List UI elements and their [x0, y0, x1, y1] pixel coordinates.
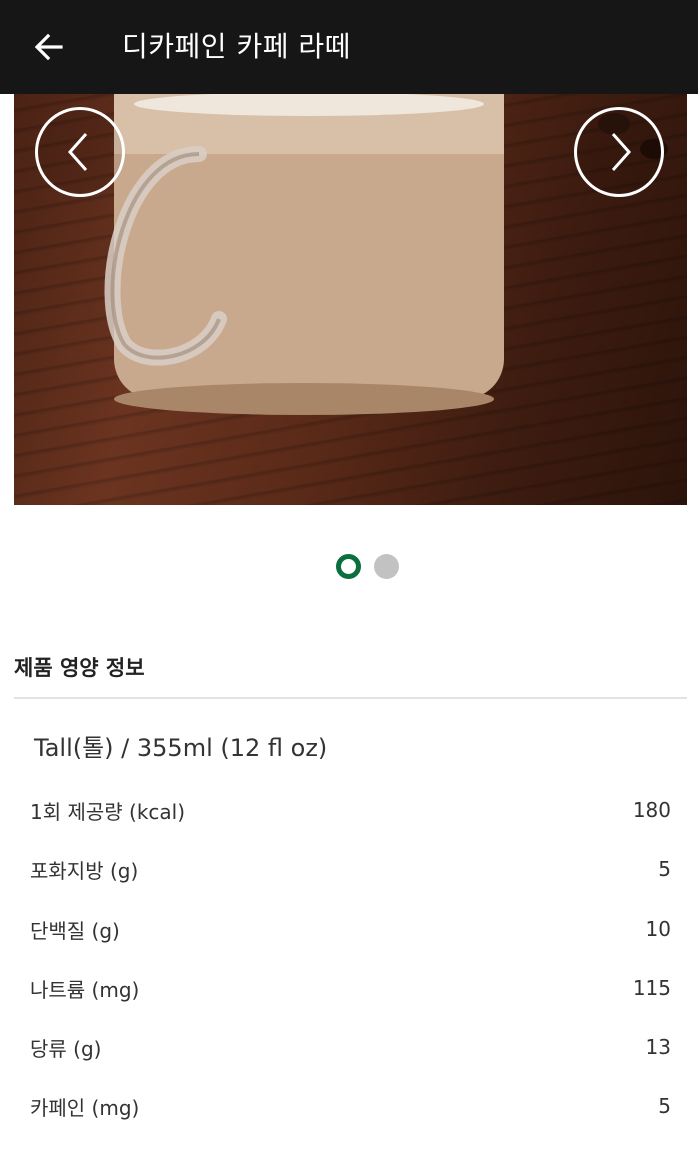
nutrition-row: 카페인 (mg) 5 [30, 1086, 671, 1126]
product-image-carousel[interactable] [14, 94, 687, 505]
nutrition-label: 단백질 (g) [30, 918, 120, 943]
nutrition-row: 1회 제공량 (kcal) 180 [30, 790, 671, 830]
nutrition-section-title: 제품 영양 정보 [14, 656, 145, 680]
carousel-next-button[interactable] [574, 107, 664, 197]
nutrition-value: 5 [658, 857, 671, 881]
nutrition-label: 나트륨 (mg) [30, 977, 140, 1002]
back-arrow-icon [34, 33, 63, 61]
nutrition-row: 단백질 (g) 10 [30, 909, 671, 949]
nutrition-row: 포화지방 (g) 5 [30, 849, 671, 889]
section-divider [14, 697, 687, 699]
carousel-dot-2[interactable] [374, 554, 399, 579]
nutrition-label: 1회 제공량 (kcal) [30, 799, 186, 824]
back-button[interactable] [26, 24, 72, 70]
chevron-right-icon [611, 133, 632, 171]
carousel-prev-button[interactable] [35, 107, 125, 197]
nutrition-label: 카페인 (mg) [30, 1095, 140, 1120]
serving-size-label: Tall(톨) / 355ml (12 fl oz) [34, 734, 328, 762]
app-bar: 디카페인 카페 라떼 [0, 0, 698, 94]
carousel-indicator [336, 554, 399, 579]
page-title: 디카페인 카페 라떼 [122, 30, 351, 63]
nutrition-label: 포화지방 (g) [30, 858, 139, 883]
nutrition-value: 13 [645, 1035, 671, 1059]
chevron-left-icon [67, 133, 88, 171]
nutrition-value: 115 [632, 976, 671, 1000]
carousel-dot-1[interactable] [336, 554, 361, 579]
nutrition-row: 나트륨 (mg) 115 [30, 968, 671, 1008]
nutrition-value: 180 [632, 798, 671, 822]
nutrition-value: 5 [658, 1094, 671, 1118]
nutrition-value: 10 [645, 917, 671, 941]
nutrition-label: 당류 (g) [30, 1036, 102, 1061]
nutrition-row: 당류 (g) 13 [30, 1027, 671, 1067]
